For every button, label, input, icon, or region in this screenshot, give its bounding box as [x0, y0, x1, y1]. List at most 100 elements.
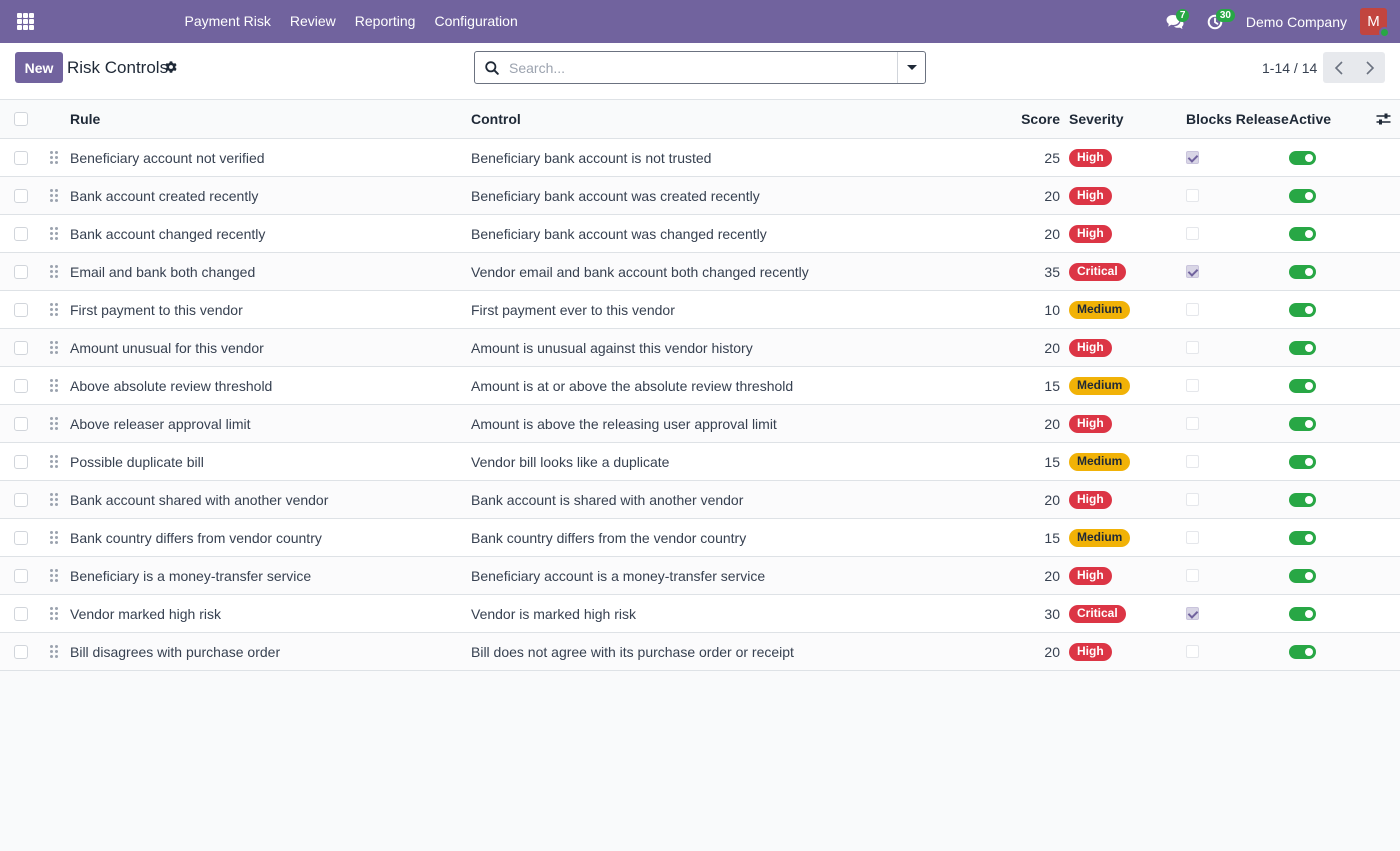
user-avatar[interactable]: M: [1360, 8, 1390, 38]
column-header-score[interactable]: Score: [1000, 100, 1060, 138]
score-cell[interactable]: 20: [1000, 215, 1060, 252]
severity-cell[interactable]: Medium: [1069, 519, 1131, 556]
search-input[interactable]: [509, 52, 897, 83]
row-checkbox[interactable]: [14, 340, 28, 355]
control-cell[interactable]: Bank country differs from the vendor cou…: [471, 519, 746, 556]
rule-cell[interactable]: Above releaser approval limit: [70, 405, 251, 442]
row-checkbox[interactable]: [14, 454, 28, 469]
blocks-release-checkbox[interactable]: [1186, 227, 1199, 240]
score-cell[interactable]: 15: [1000, 443, 1060, 480]
active-toggle[interactable]: [1289, 454, 1316, 469]
score-cell[interactable]: 30: [1000, 595, 1060, 632]
table-row[interactable]: Email and bank both changed Vendor email…: [0, 253, 1400, 291]
table-row[interactable]: Bill disagrees with purchase order Bill …: [0, 633, 1400, 671]
drag-handle[interactable]: [50, 367, 60, 404]
pager-previous-button[interactable]: [1323, 52, 1354, 83]
control-cell[interactable]: Amount is unusual against this vendor hi…: [471, 329, 753, 366]
gear-icon[interactable]: [164, 60, 178, 74]
score-cell[interactable]: 20: [1000, 329, 1060, 366]
menu-item-configuration[interactable]: Configuration: [425, 0, 527, 43]
pager-value[interactable]: 1-14 / 14: [1262, 60, 1317, 76]
severity-cell[interactable]: High: [1069, 557, 1112, 594]
score-cell[interactable]: 35: [1000, 253, 1060, 290]
table-row[interactable]: Bank account changed recently Beneficiar…: [0, 215, 1400, 253]
row-checkbox[interactable]: [14, 264, 28, 279]
blocks-release-checkbox[interactable]: [1186, 455, 1199, 468]
blocks-release-checkbox[interactable]: [1186, 645, 1199, 658]
control-cell[interactable]: Amount is above the releasing user appro…: [471, 405, 777, 442]
row-checkbox[interactable]: [14, 188, 28, 203]
messages-button[interactable]: 7: [1155, 0, 1195, 43]
search-options-toggle[interactable]: [897, 52, 925, 83]
table-row[interactable]: Bank account created recently Beneficiar…: [0, 177, 1400, 215]
menu-item-review[interactable]: Review: [280, 0, 345, 43]
row-checkbox[interactable]: [14, 568, 28, 583]
row-checkbox[interactable]: [14, 492, 28, 507]
table-row[interactable]: Bank country differs from vendor country…: [0, 519, 1400, 557]
score-cell[interactable]: 25: [1000, 139, 1060, 176]
score-cell[interactable]: 20: [1000, 633, 1060, 670]
rule-cell[interactable]: Email and bank both changed: [70, 253, 255, 290]
blocks-release-checkbox[interactable]: [1186, 417, 1199, 430]
table-row[interactable]: Above absolute review threshold Amount i…: [0, 367, 1400, 405]
severity-cell[interactable]: High: [1069, 329, 1112, 366]
rule-cell[interactable]: Above absolute review threshold: [70, 367, 272, 404]
table-row[interactable]: Beneficiary is a money-transfer service …: [0, 557, 1400, 595]
severity-cell[interactable]: High: [1069, 481, 1112, 518]
active-toggle[interactable]: [1289, 492, 1316, 507]
blocks-release-checkbox[interactable]: [1186, 265, 1199, 278]
control-cell[interactable]: Vendor email and bank account both chang…: [471, 253, 809, 290]
rule-cell[interactable]: First payment to this vendor: [70, 291, 243, 328]
row-checkbox[interactable]: [14, 150, 28, 165]
drag-handle[interactable]: [50, 139, 60, 176]
active-toggle[interactable]: [1289, 644, 1316, 659]
drag-handle[interactable]: [50, 595, 60, 632]
table-row[interactable]: Beneficiary account not verified Benefic…: [0, 139, 1400, 177]
score-cell[interactable]: 20: [1000, 405, 1060, 442]
drag-handle[interactable]: [50, 291, 60, 328]
column-header-control[interactable]: Control: [471, 100, 521, 138]
menu-item-payment-risk[interactable]: Payment Risk: [175, 0, 280, 43]
column-header-rule[interactable]: Rule: [70, 100, 100, 138]
severity-cell[interactable]: Critical: [1069, 253, 1126, 290]
score-cell[interactable]: 10: [1000, 291, 1060, 328]
severity-cell[interactable]: High: [1069, 633, 1112, 670]
severity-cell[interactable]: Critical: [1069, 595, 1126, 632]
company-switcher[interactable]: Demo Company: [1246, 14, 1347, 30]
drag-handle[interactable]: [50, 519, 60, 556]
drag-handle[interactable]: [50, 253, 60, 290]
control-cell[interactable]: Vendor bill looks like a duplicate: [471, 443, 669, 480]
active-toggle[interactable]: [1289, 340, 1316, 355]
severity-cell[interactable]: Medium: [1069, 367, 1131, 404]
table-row[interactable]: Vendor marked high risk Vendor is marked…: [0, 595, 1400, 633]
row-checkbox[interactable]: [14, 644, 28, 659]
row-checkbox[interactable]: [14, 606, 28, 621]
score-cell[interactable]: 15: [1000, 367, 1060, 404]
row-checkbox[interactable]: [14, 302, 28, 317]
drag-handle[interactable]: [50, 177, 60, 214]
control-cell[interactable]: Bill does not agree with its purchase or…: [471, 633, 794, 670]
score-cell[interactable]: 20: [1000, 557, 1060, 594]
table-row[interactable]: Amount unusual for this vendor Amount is…: [0, 329, 1400, 367]
active-toggle[interactable]: [1289, 530, 1316, 545]
score-cell[interactable]: 20: [1000, 177, 1060, 214]
rule-cell[interactable]: Possible duplicate bill: [70, 443, 204, 480]
active-toggle[interactable]: [1289, 264, 1316, 279]
drag-handle[interactable]: [50, 215, 60, 252]
rule-cell[interactable]: Beneficiary account not verified: [70, 139, 265, 176]
score-cell[interactable]: 20: [1000, 481, 1060, 518]
active-toggle[interactable]: [1289, 150, 1316, 165]
severity-cell[interactable]: High: [1069, 405, 1112, 442]
control-cell[interactable]: Beneficiary bank account was changed rec…: [471, 215, 767, 252]
severity-cell[interactable]: High: [1069, 139, 1112, 176]
severity-cell[interactable]: Medium: [1069, 443, 1131, 480]
active-toggle[interactable]: [1289, 568, 1316, 583]
row-checkbox[interactable]: [14, 378, 28, 393]
activities-button[interactable]: 30: [1195, 0, 1235, 43]
drag-handle[interactable]: [50, 329, 60, 366]
table-row[interactable]: Bank account shared with another vendor …: [0, 481, 1400, 519]
rule-cell[interactable]: Beneficiary is a money-transfer service: [70, 557, 311, 594]
blocks-release-checkbox[interactable]: [1186, 379, 1199, 392]
severity-cell[interactable]: High: [1069, 215, 1112, 252]
drag-handle[interactable]: [50, 405, 60, 442]
